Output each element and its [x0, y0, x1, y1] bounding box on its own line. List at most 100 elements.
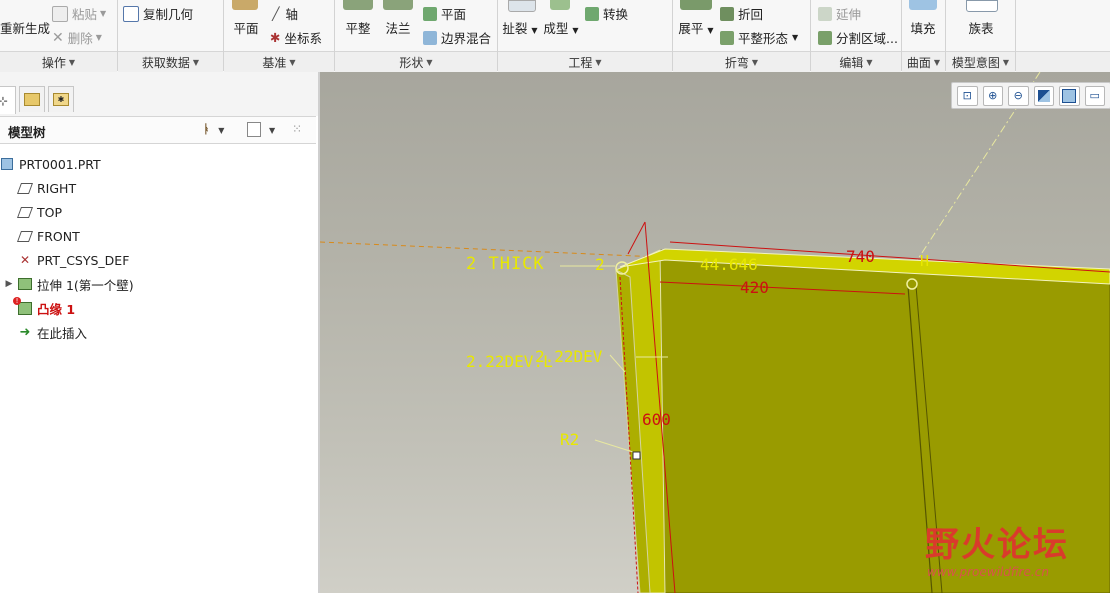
- flat-state-button[interactable]: 平整形态 ▼: [720, 28, 798, 47]
- tree-item-label: 在此插入: [37, 325, 88, 341]
- delete-button[interactable]: ✕ 删除 ▼: [52, 28, 102, 47]
- model-graphics: [320, 72, 1110, 593]
- tab-model-tree[interactable]: ⊹: [0, 86, 16, 114]
- flat-state-label: 平整形态: [738, 31, 789, 46]
- dimension-420[interactable]: 420: [740, 278, 769, 297]
- chevron-down-icon: ▼: [866, 57, 873, 67]
- thickness-annotation[interactable]: 2 THICK: [466, 254, 545, 274]
- zoom-in-button[interactable]: ⊕: [982, 85, 1003, 106]
- horizontal-constraint[interactable]: H: [920, 252, 929, 270]
- split-area-label: 分割区域...: [836, 31, 898, 46]
- group-label-empty: [1016, 51, 1110, 72]
- chevron-down-icon: ▼: [192, 57, 200, 67]
- tree-item-top[interactable]: TOP: [0, 201, 316, 223]
- paste-icon: [52, 5, 68, 22]
- radius-dimension[interactable]: R2: [560, 430, 579, 449]
- extend-button[interactable]: 延伸: [818, 4, 861, 23]
- group-label-editing[interactable]: 编辑 ▼: [811, 51, 901, 72]
- group-label-operations[interactable]: 操作 ▼: [0, 51, 117, 72]
- model-tree-icon: ⊹: [0, 93, 9, 108]
- fill-button[interactable]: 填充: [902, 18, 944, 37]
- tree-item-extrude[interactable]: ▶ 拉伸 1(第一个壁): [0, 273, 316, 295]
- dimension-600[interactable]: 600: [642, 410, 671, 429]
- group-label-engineering[interactable]: 工程 ▼: [498, 51, 672, 72]
- extend-icon: [818, 6, 832, 21]
- convert-label: 转换: [603, 7, 629, 22]
- group-label-text: 模型意图: [951, 55, 1000, 70]
- ribbon: 重新生成 粘贴 ▼ ✕ 删除 ▼ 复制几何 平面 ╱ 轴 ✱ 坐标系 平整 法兰…: [0, 0, 1110, 73]
- group-label-surfaces[interactable]: 曲面 ▼: [902, 51, 945, 72]
- display-style-button[interactable]: [1059, 85, 1080, 106]
- tree-item-insert-here[interactable]: ➜ 在此插入: [0, 321, 316, 343]
- dimension-740[interactable]: 740: [846, 247, 875, 266]
- paste-button[interactable]: 粘贴 ▼: [52, 4, 106, 23]
- bend-back-icon: [720, 6, 734, 21]
- tab-favorites[interactable]: ✱: [48, 86, 74, 112]
- tree-settings-button[interactable]: ᚭ ▼: [203, 122, 224, 136]
- tree-item-label: 凸缘 1: [37, 301, 76, 317]
- rip-button[interactable]: 扯裂 ▼: [500, 18, 540, 37]
- group-label-text: 曲面: [906, 55, 931, 70]
- boundary-blend-icon: [423, 30, 437, 45]
- datum-plane-icon: [16, 205, 34, 219]
- group-label-text: 形状: [399, 55, 424, 70]
- model-tree-header: 模型树 ᚭ ▼ ▼ ⁙: [0, 116, 316, 144]
- regenerate-button[interactable]: 重新生成: [0, 18, 50, 37]
- plane2-label: 平面: [441, 7, 467, 22]
- split-area-button[interactable]: 分割区域...: [818, 28, 898, 47]
- tree-item-part[interactable]: PRT0001.PRT: [0, 153, 316, 175]
- csys-button[interactable]: ✱ 坐标系: [270, 28, 322, 47]
- unbend-button[interactable]: 展平 ▼: [675, 18, 717, 37]
- bend-back-button[interactable]: 折回: [720, 4, 763, 23]
- chevron-down-icon: ▼: [68, 57, 76, 67]
- plane2-button[interactable]: 平面: [423, 4, 466, 23]
- vertex-annotation[interactable]: 2: [595, 255, 605, 274]
- chevron-down-icon: ▼: [792, 33, 799, 42]
- bend-back-label: 折回: [738, 7, 764, 22]
- group-label-text: 编辑: [839, 55, 864, 70]
- tree-item-right[interactable]: RIGHT: [0, 177, 316, 199]
- navigator-tabs: ⊹ ✱: [0, 72, 318, 116]
- expand-arrow-icon[interactable]: ▶: [2, 279, 16, 289]
- zoom-fit-button[interactable]: ⊡: [957, 85, 978, 106]
- navigator-panel: ⊹ ✱ 模型树 ᚭ ▼ ▼ ⁙ PRT0001.PRT RIGHT TOP FR…: [0, 72, 320, 593]
- form-icon: [550, 0, 570, 10]
- tree-columns-button[interactable]: ▼: [247, 122, 275, 137]
- axis-button[interactable]: ╱ 轴: [272, 4, 298, 23]
- chevron-down-icon: ▼: [531, 26, 538, 35]
- repaint-button[interactable]: [1033, 85, 1054, 106]
- form-button[interactable]: 成型 ▼: [540, 18, 582, 37]
- family-table-button[interactable]: 族表: [960, 18, 1002, 37]
- tree-filter-button[interactable]: ⁙: [292, 122, 302, 136]
- dev-annotation-2[interactable]: 2.22DEV: [535, 347, 602, 366]
- zoom-out-button[interactable]: ⊖: [1008, 85, 1029, 106]
- group-label-shapes[interactable]: 形状 ▼: [335, 51, 497, 72]
- flange-button[interactable]: 法兰: [378, 18, 418, 37]
- flat-button[interactable]: 平整: [338, 18, 378, 37]
- extend-label: 延伸: [836, 7, 862, 22]
- group-label-bends[interactable]: 折弯 ▼: [673, 51, 810, 72]
- form-label: 成型: [543, 21, 569, 36]
- tree-item-front[interactable]: FRONT: [0, 225, 316, 247]
- boundary-blend-button[interactable]: 边界混合: [423, 28, 491, 47]
- chevron-down-icon: ▼: [707, 26, 714, 35]
- tab-folder-browser[interactable]: [19, 86, 45, 112]
- tree-item-csys[interactable]: ✕ PRT_CSYS_DEF: [0, 249, 316, 271]
- delete-label: 删除: [67, 31, 93, 46]
- graphics-viewport[interactable]: 2 THICK 2 2.22DEV.L 2.22DEV R2 740 420 6…: [320, 72, 1110, 593]
- datum-plane-icon: [232, 0, 258, 10]
- convert-button[interactable]: 转换: [585, 4, 628, 23]
- tree-item-label: PRT0001.PRT: [19, 156, 101, 172]
- copy-geometry-button[interactable]: 复制几何: [123, 4, 193, 23]
- rip-icon: [508, 0, 536, 12]
- saved-views-button[interactable]: ▭: [1084, 85, 1105, 106]
- group-label-model-intent[interactable]: 模型意图 ▼: [946, 51, 1015, 72]
- tree-item-flange[interactable]: ! 凸缘 1: [0, 296, 316, 319]
- group-label-datum[interactable]: 基准 ▼: [224, 51, 334, 72]
- drag-handle[interactable]: [632, 451, 641, 460]
- chevron-down-icon: ▼: [218, 126, 225, 135]
- dimension-44-646[interactable]: 44.646: [700, 255, 758, 274]
- plane-button[interactable]: 平面: [226, 18, 266, 37]
- group-label-get-data[interactable]: 获取数据 ▼: [118, 51, 223, 72]
- tree-item-label: RIGHT: [37, 180, 77, 196]
